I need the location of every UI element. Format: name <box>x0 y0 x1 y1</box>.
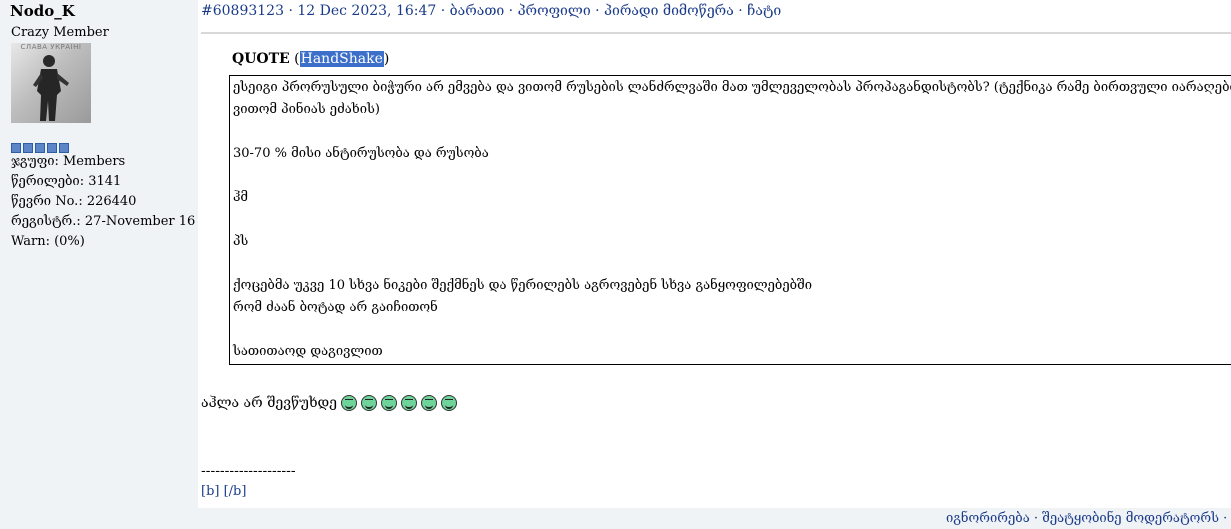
meta-separator: · <box>595 3 600 19</box>
post-footer-bar: იგნორირება · შეატყობინე მოდერატორს · ( <box>0 508 1231 529</box>
user-group: ჯგუფი: Members <box>11 154 126 169</box>
quote-line: 30-70 % მისი ანტირუსობა და რუსობა <box>233 146 489 161</box>
post-content: #60893123 · 12 Dec 2023, 16:47 · ბარათი … <box>198 0 1231 529</box>
laughing-smiley-icon <box>441 395 458 411</box>
laughing-smiley-icon <box>341 395 358 411</box>
rank-pips <box>11 143 69 153</box>
quote-line: ვითომ პინიას ეძახის) <box>233 102 380 117</box>
quote-line: ქოცებმა უკვე 10 სხვა ნიკები შექმნეს და წ… <box>233 278 813 293</box>
quote-line: ჰმ <box>233 190 249 205</box>
divider <box>201 32 1231 34</box>
signature-bbcode: [b] [/b] <box>201 484 247 499</box>
quote-line: რომ ძაან ბოტად არ გაიჩითონ <box>233 300 438 315</box>
reply-text-content: აჰლა არ შევწუხდე <box>201 395 338 411</box>
post-link-private-message[interactable]: პირადი მიმოწერა <box>604 3 734 19</box>
quote-line: ესეიგი პრორუსული ბიჭური არ ემვება და ვით… <box>233 80 1231 95</box>
user-warn-level: Warn: (0%) <box>11 234 85 249</box>
footer-actions[interactable]: იგნორირება · შეატყობინე მოდერატორს · ( <box>946 511 1231 526</box>
user-member-number: წევრი No.: 226440 <box>11 194 137 209</box>
user-sidebar: Nodo_K Crazy Member СЛАВА УКРАЇНІ ჯგუფი:… <box>0 0 198 529</box>
laughing-smiley-icon <box>401 395 418 411</box>
quote-header: QUOTE (HandShake) <box>232 51 390 67</box>
post-meta-bar: #60893123 · 12 Dec 2023, 16:47 · ბარათი … <box>201 3 781 19</box>
user-registered: რეგისტრ.: 27-November 16 <box>11 214 196 229</box>
meta-separator: · <box>738 3 743 19</box>
post-link-card[interactable]: ბარათი <box>450 3 505 19</box>
meta-separator: · <box>508 3 514 19</box>
avatar[interactable]: СЛАВА УКРАЇНІ <box>11 43 91 123</box>
quote-author[interactable]: HandShake <box>299 51 384 67</box>
quote-line: პს <box>233 234 249 249</box>
laughing-smiley-icon <box>421 395 438 411</box>
username[interactable]: Nodo_K <box>10 2 75 20</box>
quote-label: QUOTE <box>232 51 290 67</box>
user-post-count: წერილები: 3141 <box>11 174 122 189</box>
user-title: Crazy Member <box>11 25 109 40</box>
signature-separator: -------------------- <box>201 463 296 479</box>
post-id-link[interactable]: #60893123 <box>201 3 284 19</box>
reply-text: აჰლა არ შევწუხდე <box>201 395 458 411</box>
laughing-smiley-icon <box>381 395 398 411</box>
post-link-profile[interactable]: პროფილი <box>518 3 591 19</box>
post-date: · 12 Dec 2023, 16:47 · <box>288 3 446 19</box>
post-link-chat[interactable]: ჩატი <box>747 3 781 19</box>
quote-line: სათითაოდ დაგივლით <box>233 344 383 359</box>
soldier-figure-icon <box>33 55 69 121</box>
quote-box: ესეიგი პრორუსული ბიჭური არ ემვება და ვით… <box>229 75 1231 365</box>
laughing-smiley-icon <box>361 395 378 411</box>
